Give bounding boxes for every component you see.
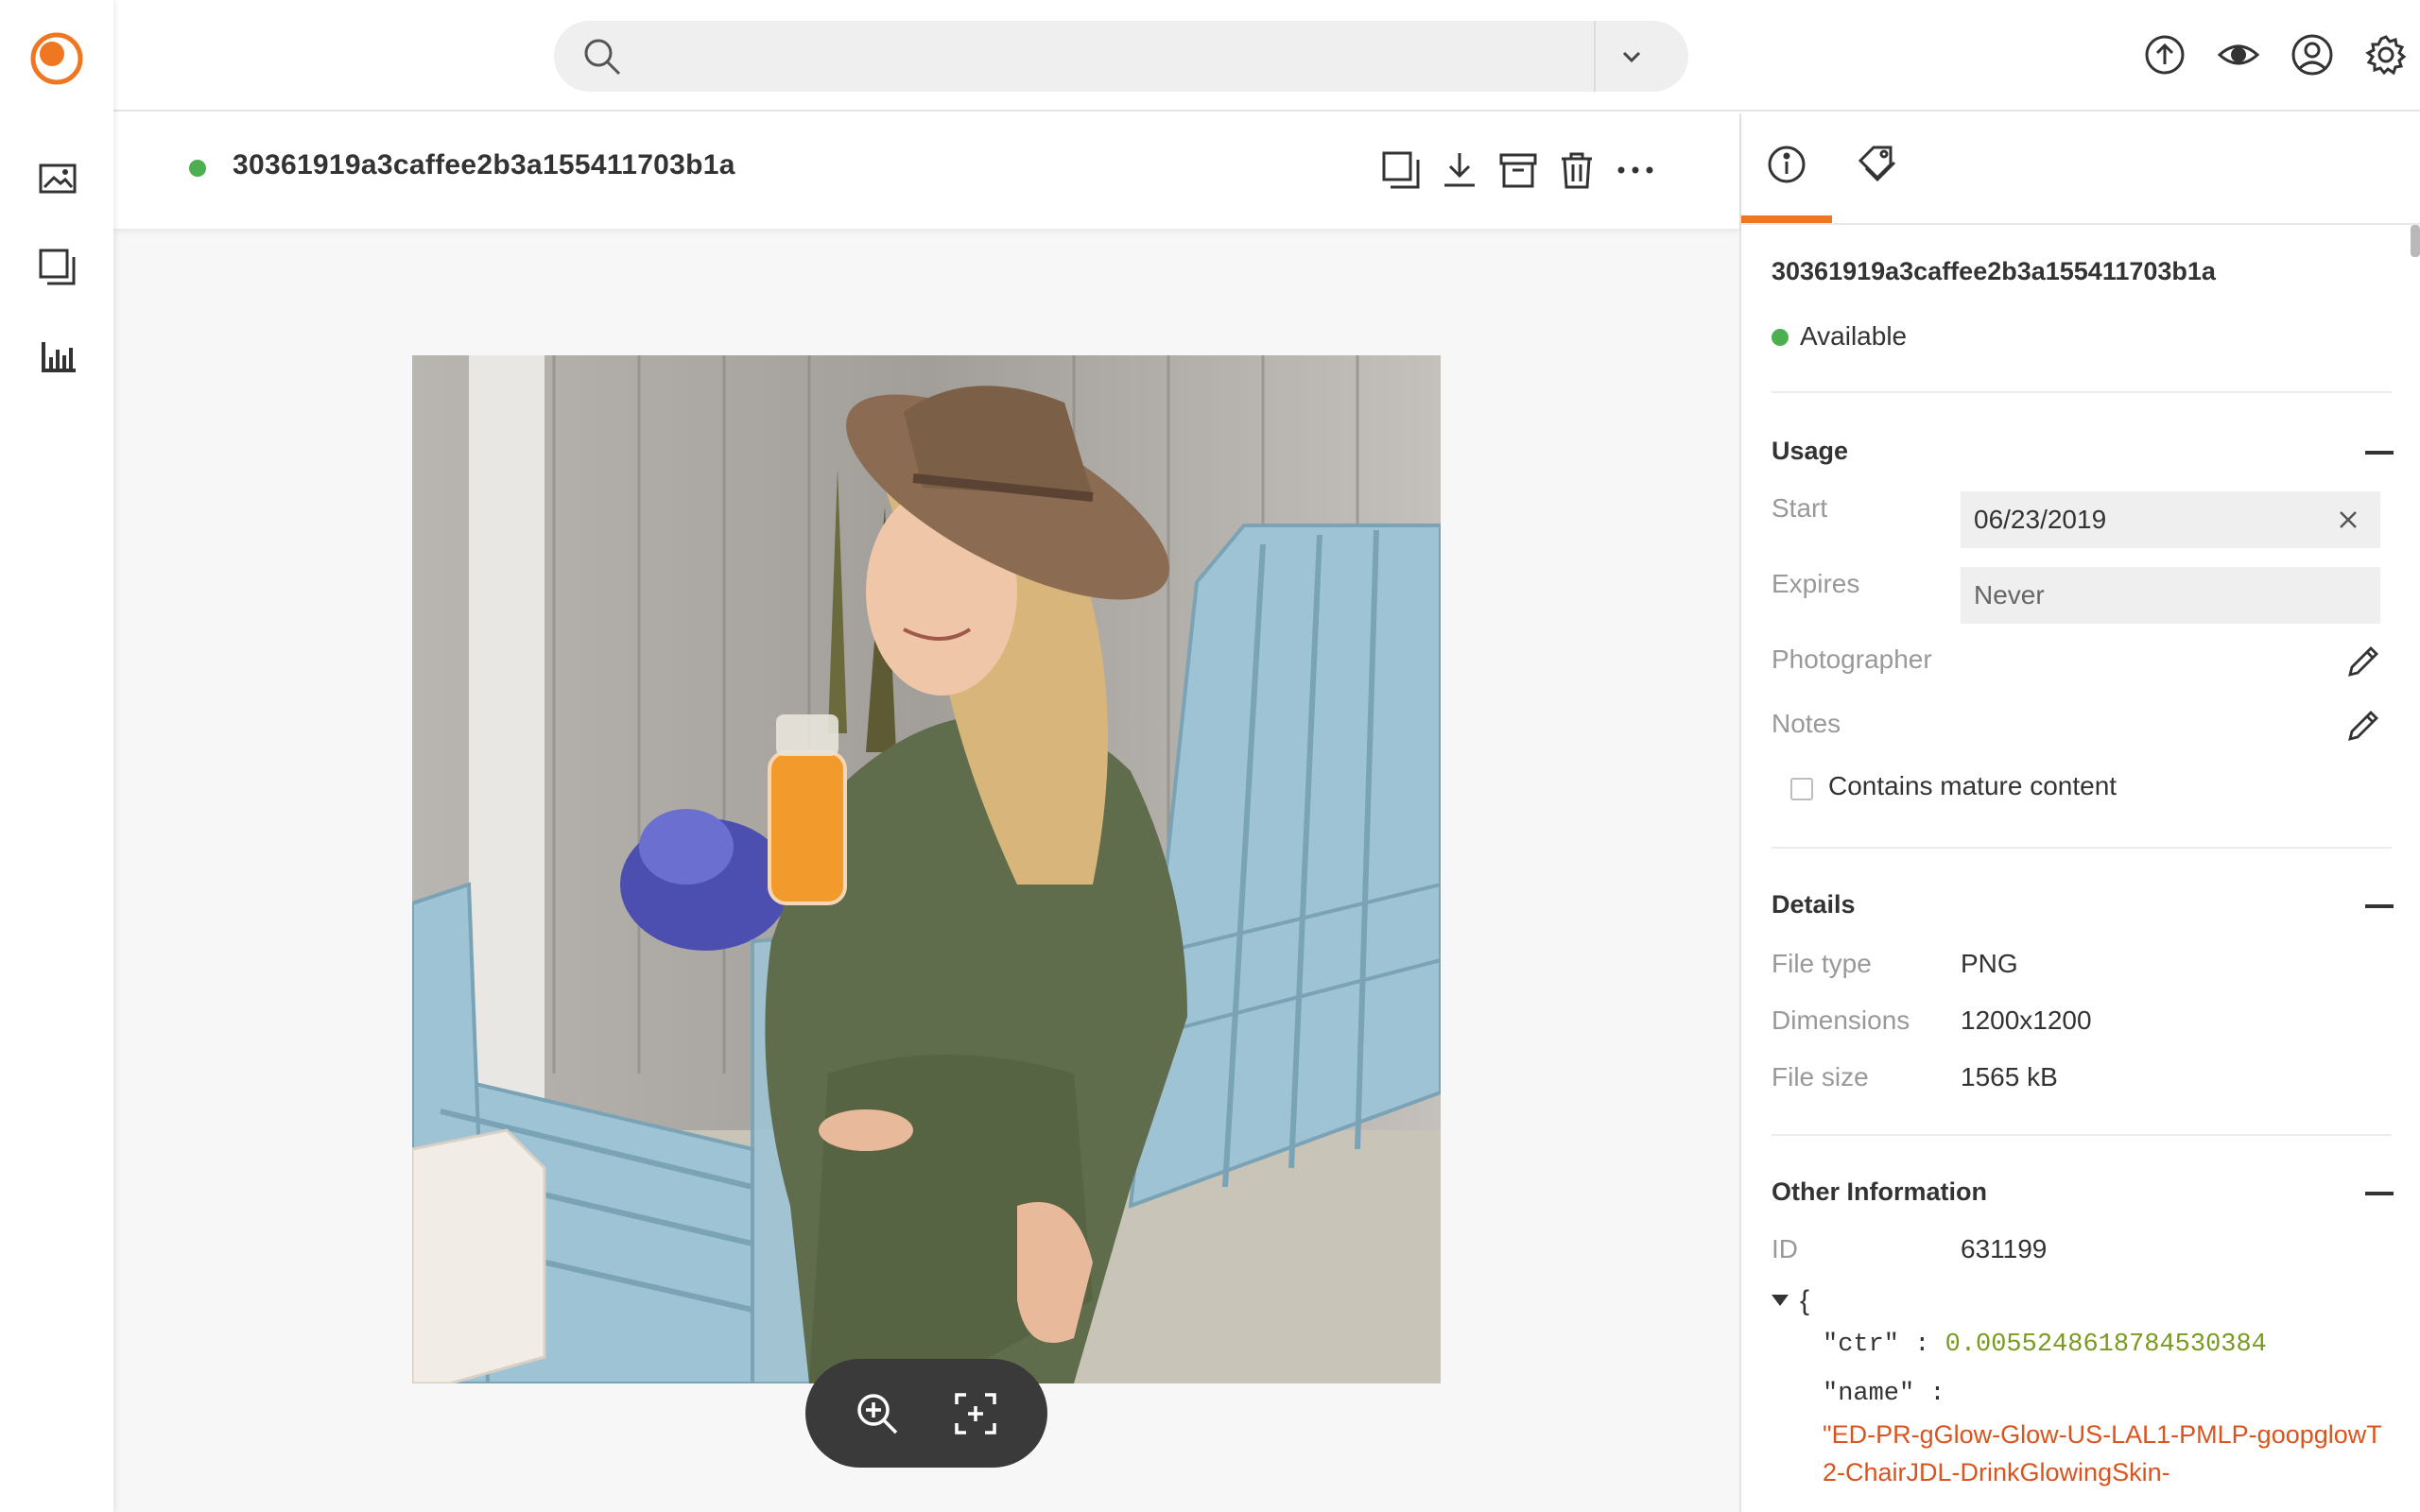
json-row-name: "name" : — [1823, 1380, 1945, 1408]
file-size-label: File size — [1772, 1062, 1869, 1091]
expires-label: Expires — [1772, 569, 1860, 598]
json-colon: : — [1914, 1331, 1945, 1359]
json-open-brace: { — [1800, 1285, 1810, 1316]
json-key-name: "name" — [1823, 1380, 1915, 1408]
viewer-controls — [805, 1359, 1047, 1468]
asset-image[interactable] — [412, 355, 1441, 1383]
file-type-label: File type — [1772, 949, 1872, 978]
start-date-input[interactable] — [1974, 491, 2333, 548]
active-tab-indicator — [1741, 215, 1832, 223]
mature-content-checkbox[interactable] — [1790, 778, 1813, 800]
collapse-other-info-icon[interactable] — [2365, 1192, 2394, 1195]
collections-icon[interactable] — [38, 248, 78, 287]
more-icon[interactable] — [1615, 149, 1656, 191]
expires-input[interactable] — [1974, 567, 2333, 624]
asset-header: 30361919a3caffee2b3a155411703b1a — [113, 113, 1739, 229]
account-icon[interactable] — [2291, 34, 2333, 76]
mature-content-label[interactable]: Contains mature content — [1828, 771, 2117, 801]
json-value-name: "ED-PR-gGlow-Glow-US-LAL1-PMLP-goopglowT… — [1823, 1420, 2382, 1486]
settings-icon[interactable] — [2365, 34, 2407, 76]
info-icon[interactable] — [1764, 142, 1809, 187]
divider — [1772, 847, 2392, 849]
panel-scrollbar[interactable] — [2411, 225, 2420, 257]
tags-icon[interactable] — [1855, 142, 1900, 187]
file-size-value: 1565 kB — [1961, 1062, 2058, 1091]
top-bar — [113, 0, 2420, 112]
divider — [1772, 391, 2392, 393]
edit-notes-icon[interactable] — [2344, 707, 2382, 745]
file-type-value: PNG — [1961, 949, 2018, 978]
other-info-heading: Other Information — [1772, 1177, 1987, 1206]
photographer-label: Photographer — [1772, 644, 1932, 674]
image-viewer — [113, 229, 1739, 1512]
divider — [1772, 1134, 2392, 1136]
details-heading: Details — [1772, 890, 1856, 919]
status-dot — [1772, 329, 1789, 346]
download-icon[interactable] — [1439, 149, 1480, 191]
collapse-details-icon[interactable] — [2365, 904, 2394, 908]
left-rail — [0, 0, 113, 1512]
asset-id-heading: 30361919a3caffee2b3a155411703b1a — [1772, 257, 2216, 285]
search-input[interactable] — [639, 21, 1565, 92]
fit-screen-icon[interactable] — [953, 1391, 998, 1436]
status-dot — [189, 160, 206, 177]
json-value-ctr: 0.0055248618784530384 — [1945, 1331, 2267, 1359]
info-panel: 30361919a3caffee2b3a155411703b1a Availab… — [1739, 113, 2420, 1512]
asset-title: 30361919a3caffee2b3a155411703b1a — [233, 149, 735, 180]
upload-icon[interactable] — [2144, 34, 2186, 76]
json-key-ctr: "ctr" — [1823, 1331, 1900, 1359]
zoom-in-icon[interactable] — [855, 1391, 900, 1436]
notes-label: Notes — [1772, 709, 1841, 738]
start-date-field — [1961, 491, 2380, 548]
start-label: Start — [1772, 493, 1828, 523]
json-row-ctr: "ctr" : 0.0055248618784530384 — [1823, 1331, 2267, 1359]
usage-heading: Usage — [1772, 437, 1849, 465]
clear-icon[interactable] — [2335, 507, 2361, 533]
dimensions-value: 1200x1200 — [1961, 1005, 2092, 1035]
delete-icon[interactable] — [1556, 149, 1598, 191]
analytics-icon[interactable] — [38, 336, 78, 376]
expand-caret-icon[interactable] — [1772, 1295, 1789, 1306]
search-bar — [554, 21, 1688, 92]
archive-icon[interactable] — [1497, 149, 1539, 191]
json-colon: : — [1929, 1380, 1945, 1408]
copy-icon[interactable] — [1380, 149, 1422, 191]
status-text: Available — [1800, 321, 1908, 351]
eye-icon[interactable] — [2218, 34, 2259, 76]
dimensions-label: Dimensions — [1772, 1005, 1910, 1035]
search-divider — [1594, 21, 1596, 92]
edit-photographer-icon[interactable] — [2344, 643, 2382, 680]
id-label: ID — [1772, 1234, 1798, 1263]
chevron-down-icon[interactable] — [1613, 38, 1651, 76]
panel-tabs — [1741, 113, 2420, 225]
expires-field — [1961, 567, 2380, 624]
collapse-usage-icon[interactable] — [2365, 451, 2394, 455]
images-icon[interactable] — [38, 159, 78, 198]
id-value: 631199 — [1961, 1234, 2048, 1263]
brand-logo[interactable] — [28, 30, 85, 87]
search-icon — [582, 37, 622, 77]
